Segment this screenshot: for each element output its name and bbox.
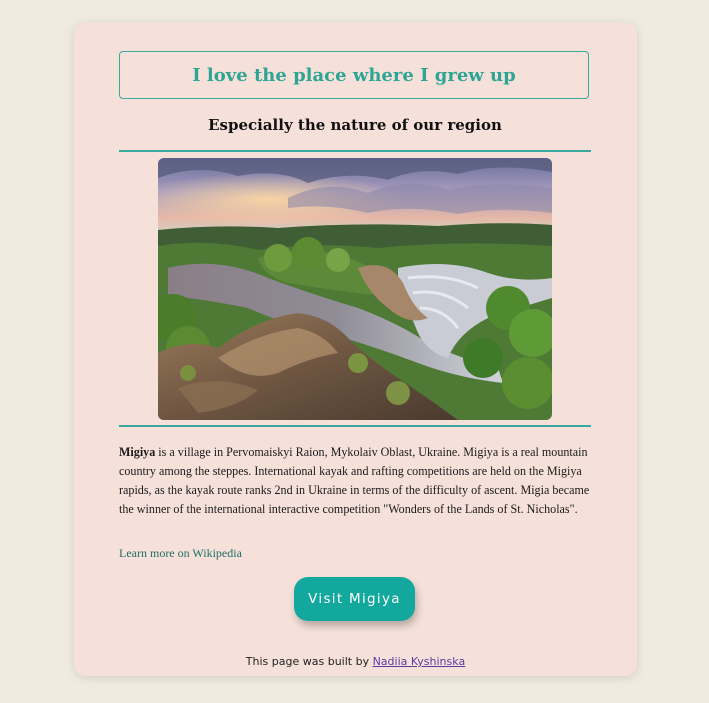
wikipedia-link[interactable]: Learn more on Wikipedia — [119, 546, 242, 561]
title-box: I love the place where I grew up — [119, 51, 589, 99]
footer-text: This page was built by — [245, 655, 373, 668]
description-keyword: Migiya — [119, 445, 156, 459]
visit-button[interactable]: Visit Migiya — [294, 577, 415, 621]
landscape-photo — [158, 158, 552, 420]
description-text: is a village in Pervomaiskyi Raion, Myko… — [119, 445, 590, 516]
divider-bottom — [119, 425, 591, 427]
main-card: I love the place where I grew up Especia… — [74, 22, 637, 676]
page-subtitle: Especially the nature of our region — [208, 116, 502, 134]
page-title: I love the place where I grew up — [192, 64, 516, 86]
author-link[interactable]: Nadiia Kyshinska — [373, 655, 466, 668]
footer: This page was built by Nadiia Kyshinska — [74, 655, 637, 668]
divider-top — [119, 150, 591, 152]
description: Migiya is a village in Pervomaiskyi Raio… — [119, 443, 593, 519]
